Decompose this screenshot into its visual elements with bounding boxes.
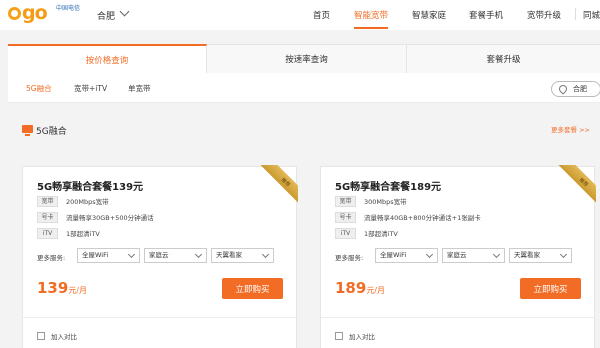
feature-row: iTV 1部超清iTV [37,227,100,239]
tab-by-price[interactable]: 按价格查询 [8,44,207,73]
plan-title: 5G畅享融合套餐139元 [37,182,144,193]
price-amount: 139 [37,279,69,297]
service-select-wifi[interactable]: 全屋WiFi [77,248,140,263]
ribbon-label: 推荐 [260,165,298,208]
tab-by-speed[interactable]: 按速率查询 [207,45,407,73]
feature-tag: 号卡 [335,211,356,223]
feature-text: 流量畅享30GB+500分钟通话 [66,214,154,222]
location-selector[interactable]: 合肥 [551,81,600,97]
card-divider [321,317,594,318]
service-select-camera[interactable]: 天翼看家 [211,248,274,263]
services-label: 更多服务: [335,254,364,262]
service-select-cloud[interactable]: 家庭云 [442,248,505,263]
feature-row: iTV 1部超清iTV [335,227,398,239]
brand-logo[interactable]: go [8,2,48,24]
logo-subtext: 中国电信 [56,5,81,12]
feature-row: 宽带 300Mbps宽带 [335,195,407,207]
nav-plan-phone[interactable]: 套餐手机 [469,9,503,21]
subtab-broadband-only[interactable]: 单宽带 [128,83,151,94]
plan-title: 5G畅享融合套餐189元 [335,182,442,193]
feature-text: 1部超清iTV [364,230,398,238]
plan-card: 5G畅享融合套餐139元 推荐 宽带 200Mbps宽带 号卡 流量畅享30GB… [22,165,298,348]
service-select-cloud[interactable]: 家庭云 [144,248,207,263]
plan-price: 189元/月 [335,279,385,297]
services-label: 更多服务: [37,254,66,262]
feature-text: 流量畅享40GB+800分钟通话+1张副卡 [364,214,481,222]
nav-smart-broadband[interactable]: 智能宽带 [354,9,388,21]
buy-now-button[interactable]: 立即购买 [520,278,581,299]
location-label: 合肥 [573,85,587,93]
recommend-ribbon: 推荐 [552,165,596,209]
feature-row: 宽带 200Mbps宽带 [37,195,109,207]
card-divider [23,317,296,318]
compare-checkbox[interactable] [37,332,45,340]
category-subtabs: 5G融合 宽带+iTV 单宽带 合肥 [8,73,600,103]
logo-circle-icon [8,6,21,20]
price-unit: 元/月 [68,286,88,295]
logo-text: go [22,2,48,24]
feature-tag: iTV [335,227,356,239]
subtab-broadband-itv[interactable]: 宽带+iTV [74,83,107,94]
feature-text: 200Mbps宽带 [66,198,109,206]
feature-row: 号卡 流量畅享30GB+500分钟通话 [37,211,154,223]
top-header: go 中国电信 合肥 首页 智能宽带 智慧家庭 套餐手机 宽带升级 同城 [0,0,600,30]
compare-label: 加入对比 [349,333,375,341]
nav-smart-home[interactable]: 智慧家庭 [412,9,446,21]
plan-card: 5G畅享融合套餐189元 推荐 宽带 300Mbps宽带 号卡 流量畅享40GB… [320,165,596,348]
feature-tag: 号卡 [37,211,58,223]
nav-home[interactable]: 首页 [313,9,330,21]
chevron-down-icon[interactable] [119,6,130,17]
compare-toggle[interactable]: 加入对比 [335,331,375,341]
compare-checkbox[interactable] [335,332,343,340]
compare-toggle[interactable]: 加入对比 [37,331,77,341]
feature-tag: 宽带 [37,195,58,207]
subtab-5g-fusion[interactable]: 5G融合 [26,83,52,94]
service-select-wifi[interactable]: 全屋WiFi [375,248,438,263]
nav-same-city[interactable]: 同城 [583,9,600,21]
feature-text: 300Mbps宽带 [364,198,407,206]
nav-broadband-upgrade[interactable]: 宽带升级 [527,9,561,21]
tv-icon [22,125,33,136]
query-tabs: 按价格查询 按速率查询 套餐升级 [8,44,600,73]
more-plans-link[interactable]: 更多套餐 >> [551,124,590,134]
feature-text: 1部超清iTV [66,230,100,238]
price-amount: 189 [335,279,367,297]
compare-label: 加入对比 [51,333,77,341]
city-selector[interactable]: 合肥 [97,9,115,22]
feature-row: 号卡 流量畅享40GB+800分钟通话+1张副卡 [335,211,481,223]
service-select-camera[interactable]: 天翼看家 [509,248,572,263]
buy-now-button[interactable]: 立即购买 [222,278,283,299]
recommend-ribbon: 推荐 [254,165,298,209]
feature-tag: 宽带 [335,195,356,207]
nav-separator [575,8,576,20]
price-unit: 元/月 [366,286,386,295]
feature-tag: iTV [37,227,58,239]
nav-active-indicator [354,27,388,29]
section-title: 5G融合 [36,127,67,137]
ribbon-label: 推荐 [558,165,596,208]
tab-plan-upgrade[interactable]: 套餐升级 [407,45,600,73]
location-pin-icon [557,83,569,95]
plan-price: 139元/月 [37,279,87,297]
